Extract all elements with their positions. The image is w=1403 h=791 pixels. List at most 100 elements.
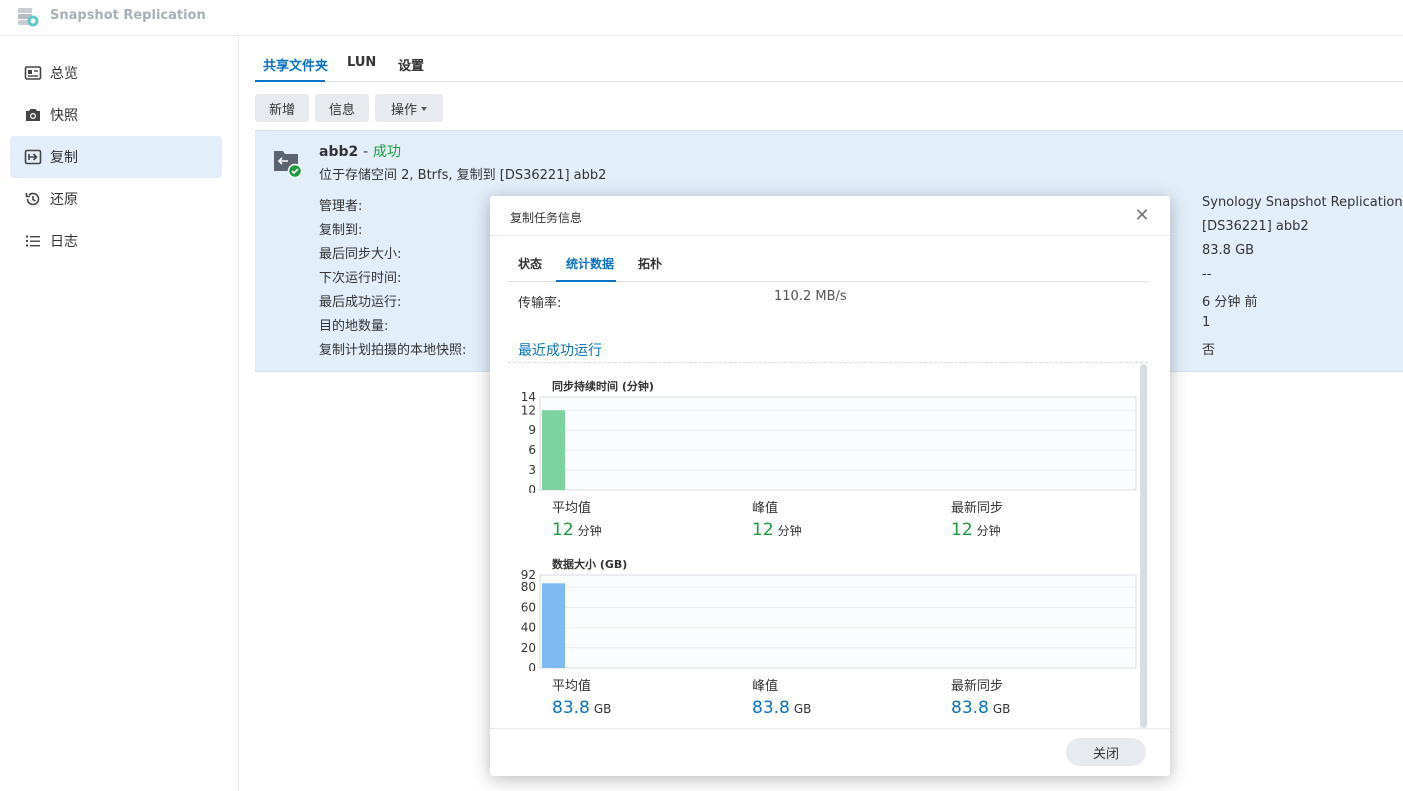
y-tick-label: 80 [521,580,536,594]
transfer-rate-value: 110.2 MB/s [774,289,847,304]
tab-statistics[interactable]: 统计数据 [566,255,614,272]
stat-unit: 分钟 [777,524,802,538]
replication-task-info-dialog: 复制任务信息 ✕ 状态 统计数据 拓朴 传输率: 110.2 MB/s 最近成功… [490,196,1170,776]
add-button[interactable]: 新增 [255,94,309,122]
field-value: -- [1202,267,1212,282]
shared-folder-success-icon [274,151,303,178]
duration-avg-value: 12 分钟 [552,520,602,540]
tab-settings[interactable]: 设置 [398,55,424,74]
app-title: Snapshot Replication [50,8,206,23]
size-latest-label: 最新同步 [951,679,1004,694]
stat-unit: 分钟 [976,524,1001,538]
field-value: [DS36221] abb2 [1202,219,1309,234]
sidebar: 总览 快照 复制 还原 日志 [0,36,239,791]
add-button-label: 新增 [268,102,295,118]
size-chart: 0 20 40 60 8092 [521,568,1137,671]
log-icon [24,232,42,250]
stat-number: 12 [552,520,574,540]
restore-icon [24,190,42,208]
close-icon[interactable]: ✕ [1132,206,1152,226]
dialog-tabs: 状态 统计数据 拓朴 [508,236,1150,282]
stat-number: 83.8 [951,698,989,718]
size-peak-value: 83.8 GB [752,698,811,718]
task-name: abb2 - 成功 [319,141,401,161]
y-tick-label: 60 [521,600,536,614]
field-value: 否 [1202,343,1216,358]
field-value: Synology Snapshot Replication [1202,195,1403,210]
bar [542,410,565,490]
duration-peak-label: 峰值 [752,501,779,516]
actions-dropdown-button[interactable]: 操作 [375,94,443,122]
sidebar-item-label: 总览 [50,66,78,82]
stat-unit: GB [593,702,612,716]
field-label: 下次运行时间: [319,271,402,286]
tab-lun[interactable]: LUN [347,55,376,70]
sidebar-item-overview[interactable]: 总览 [10,52,222,94]
y-tick-label: 6 [528,443,536,457]
replication-icon [24,148,42,166]
stat-number: 12 [951,520,973,540]
title-bar: Snapshot Replication [0,0,1403,36]
size-avg-label: 平均值 [552,679,592,694]
chevron-down-icon [421,107,427,111]
stat-number: 83.8 [552,698,590,718]
y-tick-label: 20 [521,641,536,655]
duration-peak-value: 12 分钟 [752,520,802,540]
stat-unit: 分钟 [577,524,602,538]
duration-latest-label: 最新同步 [951,501,1004,516]
y-tick-label: 0 [528,483,536,493]
sidebar-item-label: 快照 [50,108,78,124]
stat-number: 83.8 [752,698,790,718]
size-avg-value: 83.8 GB [552,698,611,718]
recent-successful-runs-title: 最近成功运行 [518,343,602,359]
field-label: 最后成功运行: [319,295,402,310]
plot-area [539,396,1137,491]
dialog-active-tab-indicator [556,280,616,282]
close-button-label: 关闭 [1092,746,1119,762]
duration-latest-value: 12 分钟 [951,520,1001,540]
y-tick-label: 14 [521,390,536,404]
duration-chart: 0 3 6 9 1214 [521,390,1137,493]
field-value: 1 [1202,315,1211,330]
main-tabs: 共享文件夹 LUN 设置 [255,36,1403,82]
y-tick-label: 0 [528,661,536,671]
dialog-footer-divider [490,728,1170,729]
bar [542,583,565,668]
size-latest-value: 83.8 GB [951,698,1010,718]
sidebar-item-restore[interactable]: 还原 [10,178,222,220]
overview-icon [24,64,42,82]
dialog-scrollbar[interactable] [1140,364,1147,728]
task-separator: - [363,144,369,160]
y-tick-label: 92 [521,568,536,582]
stat-unit: GB [793,702,812,716]
field-label: 最后同步大小: [319,247,402,262]
plot-area [539,574,1137,669]
stat-unit: GB [992,702,1011,716]
info-button[interactable]: 信息 [315,94,369,122]
field-label: 管理者: [319,199,363,214]
active-tab-indicator [255,80,325,82]
transfer-rate-label: 传输率: [518,296,562,311]
duration-avg-label: 平均值 [552,501,592,516]
y-tick-label: 12 [521,403,536,417]
tab-topology[interactable]: 拓朴 [638,255,662,272]
close-button[interactable]: 关闭 [1066,738,1146,766]
dialog-title: 复制任务信息 [510,211,583,225]
task-description: 位于存储空间 2, Btrfs, 复制到 [DS36221] abb2 [319,168,607,183]
tab-status[interactable]: 状态 [518,255,542,272]
stat-number: 12 [752,520,774,540]
tab-shared-folder[interactable]: 共享文件夹 [263,55,328,74]
info-button-label: 信息 [328,102,355,118]
task-name-text: abb2 [319,144,359,160]
section-divider [508,362,1148,363]
field-label: 复制计划拍摄的本地快照: [319,343,467,358]
sidebar-item-label: 复制 [50,150,78,166]
y-tick-label: 9 [528,423,536,437]
sidebar-item-log[interactable]: 日志 [10,220,222,262]
y-tick-label: 40 [521,621,536,635]
sidebar-item-label: 日志 [50,234,78,250]
sidebar-item-snapshot[interactable]: 快照 [10,94,222,136]
field-label: 复制到: [319,223,363,238]
sidebar-item-replication[interactable]: 复制 [10,136,222,178]
size-peak-label: 峰值 [752,679,779,694]
